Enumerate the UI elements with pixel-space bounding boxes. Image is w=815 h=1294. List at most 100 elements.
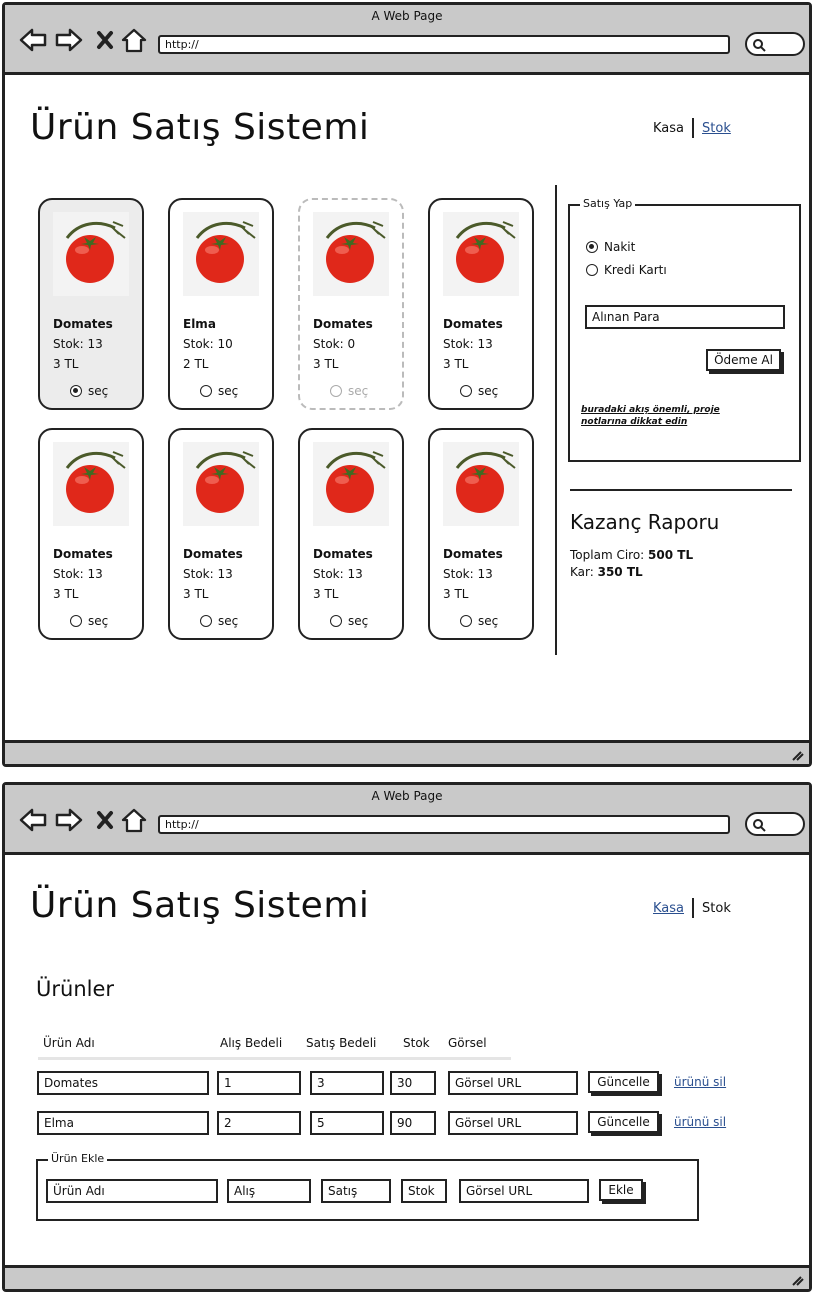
select-product-radio[interactable]: seç xyxy=(70,384,108,398)
browser-toolbar: A Web Page http:// xyxy=(5,785,809,855)
forward-arrow-icon[interactable] xyxy=(55,27,83,53)
profit-value: 350 TL xyxy=(597,565,643,579)
product-card[interactable]: Domates Stok: 13 3 TL seç xyxy=(38,198,144,410)
product-name-input[interactable]: Domates xyxy=(37,1071,209,1095)
radio-button-checked[interactable] xyxy=(586,241,598,253)
sale-panel: Satış Yap Nakit Kredi Kartı Alınan Para … xyxy=(568,197,801,462)
image-url-input[interactable]: Görsel URL xyxy=(448,1071,578,1095)
product-card[interactable]: Domates Stok: 13 3 TL seç xyxy=(428,428,534,640)
nav-link-kasa[interactable]: Kasa xyxy=(653,901,684,916)
sale-panel-legend: Satış Yap xyxy=(580,197,636,210)
sell-price-input[interactable]: 5 xyxy=(310,1111,384,1135)
buy-price-input[interactable]: 2 xyxy=(217,1111,301,1135)
browser-status-bar xyxy=(5,740,809,764)
update-button[interactable]: Güncelle xyxy=(588,1111,659,1133)
new-buy-price-input[interactable]: Alış xyxy=(227,1179,311,1203)
product-name: Domates xyxy=(53,547,113,561)
product-card[interactable]: Domates Stok: 0 3 TL seç xyxy=(298,198,404,410)
column-header-buy: Alış Bedeli xyxy=(220,1036,283,1050)
radio-button[interactable] xyxy=(200,385,212,397)
product-card[interactable]: Domates Stok: 13 3 TL seç xyxy=(298,428,404,640)
browser-search-box[interactable] xyxy=(745,812,805,836)
tomato-icon xyxy=(313,442,389,526)
radio-button[interactable] xyxy=(586,264,598,276)
take-payment-button[interactable]: Ödeme Al xyxy=(706,349,781,371)
product-image xyxy=(53,442,129,526)
product-name-input[interactable]: Elma xyxy=(37,1111,209,1135)
profit-label: Kar: xyxy=(570,565,594,579)
forward-arrow-icon[interactable] xyxy=(55,807,83,833)
column-header-sell: Satış Bedeli xyxy=(306,1036,377,1050)
product-name: Domates xyxy=(313,547,373,561)
radio-button[interactable] xyxy=(330,615,342,627)
select-product-radio[interactable]: seç xyxy=(330,614,368,628)
browser-window-kasa: A Web Page http:// Ürün Satış Sistemi Ka… xyxy=(2,2,812,767)
product-card[interactable]: Domates Stok: 13 3 TL seç xyxy=(428,198,534,410)
top-navigation: Kasa Stok xyxy=(653,118,731,138)
close-x-icon[interactable] xyxy=(91,807,119,833)
home-icon[interactable] xyxy=(120,27,148,53)
new-stock-input[interactable]: Stok xyxy=(401,1179,447,1203)
product-card[interactable]: Elma Stok: 10 2 TL seç xyxy=(168,198,274,410)
product-price: 3 TL xyxy=(183,587,209,601)
product-image xyxy=(183,212,259,296)
back-arrow-icon[interactable] xyxy=(19,807,47,833)
delete-product-link[interactable]: ürünü sil xyxy=(674,1115,726,1129)
sell-price-input[interactable]: 3 xyxy=(310,1071,384,1095)
radio-button[interactable] xyxy=(460,385,472,397)
payment-option-card[interactable]: Kredi Kartı xyxy=(586,263,667,277)
received-amount-input[interactable]: Alınan Para xyxy=(585,305,785,329)
vertical-divider xyxy=(555,185,557,655)
buy-price-input[interactable]: 1 xyxy=(217,1071,301,1095)
column-header-image: Görsel xyxy=(448,1036,487,1050)
delete-product-link[interactable]: ürünü sil xyxy=(674,1075,726,1089)
select-product-radio[interactable]: seç xyxy=(460,384,498,398)
url-input[interactable]: http:// xyxy=(158,815,730,834)
radio-button[interactable] xyxy=(70,615,82,627)
radio-button[interactable] xyxy=(200,615,212,627)
url-input[interactable]: http:// xyxy=(158,35,730,54)
payment-option-cash[interactable]: Nakit xyxy=(586,240,635,254)
resize-grip-icon[interactable] xyxy=(789,1271,805,1287)
radio-button[interactable] xyxy=(460,615,472,627)
flow-note-link[interactable]: buradaki akış önemli, proje notlarına di… xyxy=(581,404,761,428)
select-product-radio: seç xyxy=(330,384,368,398)
nav-stok-current: Stok xyxy=(702,900,731,916)
select-label: seç xyxy=(218,384,239,398)
select-label: seç xyxy=(478,384,499,398)
new-sell-price-input[interactable]: Satış xyxy=(321,1179,391,1203)
back-arrow-icon[interactable] xyxy=(19,27,47,53)
image-url-input[interactable]: Görsel URL xyxy=(448,1111,578,1135)
stock-input[interactable]: 90 xyxy=(390,1111,436,1135)
add-button[interactable]: Ekle xyxy=(599,1179,643,1201)
product-image xyxy=(183,442,259,526)
nav-separator xyxy=(692,898,695,918)
add-product-legend: Ürün Ekle xyxy=(48,1152,108,1165)
product-name: Domates xyxy=(443,317,503,331)
select-product-radio[interactable]: seç xyxy=(200,384,238,398)
new-product-name-input[interactable]: Ürün Adı xyxy=(46,1179,218,1203)
close-x-icon[interactable] xyxy=(91,27,119,53)
select-product-radio[interactable]: seç xyxy=(460,614,498,628)
product-name: Domates xyxy=(313,317,373,331)
update-button[interactable]: Güncelle xyxy=(588,1071,659,1093)
horizontal-divider xyxy=(570,489,792,491)
select-product-radio[interactable]: seç xyxy=(200,614,238,628)
product-card[interactable]: Domates Stok: 13 3 TL seç xyxy=(168,428,274,640)
revenue-value: 500 TL xyxy=(648,548,694,562)
home-icon[interactable] xyxy=(120,807,148,833)
browser-search-box[interactable] xyxy=(745,32,805,56)
stock-input[interactable]: 30 xyxy=(390,1071,436,1095)
new-image-url-input[interactable]: Görsel URL xyxy=(459,1179,589,1203)
nav-link-stok[interactable]: Stok xyxy=(702,121,731,136)
product-card[interactable]: Domates Stok: 13 3 TL seç xyxy=(38,428,144,640)
product-name: Domates xyxy=(183,547,243,561)
column-header-name: Ürün Adı xyxy=(43,1036,95,1050)
radio-button[interactable] xyxy=(70,385,82,397)
select-product-radio[interactable]: seç xyxy=(70,614,108,628)
resize-grip-icon[interactable] xyxy=(789,746,805,762)
search-icon xyxy=(753,39,766,52)
product-price: 3 TL xyxy=(443,357,469,371)
browser-window-stok: A Web Page http:// Ürün Satış Sistemi Ka… xyxy=(2,782,812,1292)
product-price: 3 TL xyxy=(53,587,79,601)
